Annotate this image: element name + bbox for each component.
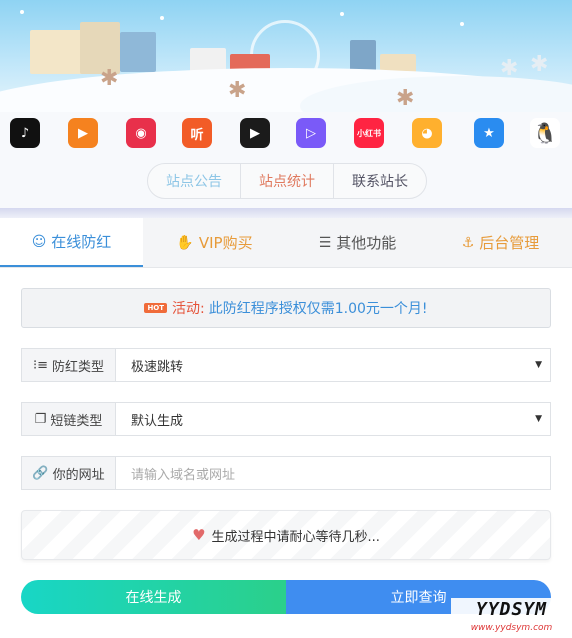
page: ✱ ✱ ✱ ✱ ✱ ♪ ▶ ◉ 听 ▶ ▷ 小红书 ◕ ★ 🐧 站点公告 站点统计 联系站长 ☺ … bbox=[0, 0, 572, 638]
url-label: 🔗 你的网址 bbox=[22, 457, 116, 489]
url-field[interactable]: 🔗 你的网址 请输入域名或网址 bbox=[21, 456, 551, 490]
quanmin-icon[interactable]: ◉ bbox=[126, 118, 156, 148]
tab-label: 在线防红 bbox=[51, 233, 112, 251]
progress-text: 生成过程中请耐心等待几秒... bbox=[211, 529, 380, 545]
tab-other-functions[interactable]: ☰ 其他功能 bbox=[286, 218, 429, 267]
watermark-logo: YYDSYM www.yydsym.com bbox=[451, 598, 572, 638]
redirect-type-value[interactable]: 极速跳转 ▼ bbox=[116, 349, 550, 381]
activity-text: 此防红程序授权仅需1.00元一个月! bbox=[208, 301, 428, 317]
notice-tabs: 站点公告 站点统计 联系站长 bbox=[147, 163, 427, 199]
qzone-icon[interactable]: ★ bbox=[474, 118, 504, 148]
section-divider bbox=[0, 208, 572, 218]
redirect-type-label: ⁝≡ 防红类型 bbox=[22, 349, 116, 381]
main-tabs: ☺ 在线防红 ✋ VIP购买 ☰ 其他功能 ⚓ 后台管理 bbox=[0, 218, 572, 268]
xiaohongshu-icon[interactable]: 小红书 bbox=[354, 118, 384, 148]
house-decoration bbox=[120, 32, 156, 72]
snowflake bbox=[20, 10, 24, 14]
hot-badge: HOT bbox=[144, 303, 168, 313]
tab-admin[interactable]: ⚓ 后台管理 bbox=[429, 218, 572, 267]
snowflake bbox=[160, 16, 164, 20]
watermark-text: YYDSYM bbox=[475, 599, 548, 620]
thumbs-up-icon: ✋ bbox=[176, 234, 194, 251]
activity-label: 活动: bbox=[172, 301, 205, 317]
dropdown-caret-icon: ▼ bbox=[535, 414, 542, 424]
app-icon-row: ♪ ▶ ◉ 听 ▶ ▷ 小红书 ◕ ★ 🐧 bbox=[0, 112, 572, 162]
tree-decoration: ✱ bbox=[396, 86, 415, 111]
snowflake bbox=[460, 22, 464, 26]
watermark-url: www.yydsym.com bbox=[470, 623, 553, 633]
generate-button[interactable]: 在线生成 bbox=[21, 580, 286, 614]
short-link-type-select[interactable]: ❐ 短链类型 默认生成 ▼ bbox=[21, 402, 551, 436]
tab-online-anti-red[interactable]: ☺ 在线防红 bbox=[0, 218, 143, 267]
notice-tab-statistics[interactable]: 站点统计 bbox=[241, 164, 334, 198]
kuaishou-icon[interactable]: ▶ bbox=[68, 118, 98, 148]
url-input[interactable]: 请输入域名或网址 bbox=[116, 457, 550, 489]
tab-label: 其他功能 bbox=[336, 234, 397, 252]
notice-tabs-area: 站点公告 站点统计 联系站长 bbox=[0, 160, 572, 210]
short-link-type-value[interactable]: 默认生成 ▼ bbox=[116, 403, 550, 435]
qq-icon[interactable]: 🐧 bbox=[530, 118, 560, 148]
tree-decoration: ✱ bbox=[530, 52, 549, 77]
heart-icon: ♥ bbox=[192, 526, 206, 544]
notice-tab-contact[interactable]: 联系站长 bbox=[334, 164, 426, 198]
anchor-icon: ⚓ bbox=[461, 234, 475, 251]
smile-icon: ☺ bbox=[31, 233, 47, 250]
tab-label: 后台管理 bbox=[479, 234, 540, 252]
tab-vip-purchase[interactable]: ✋ VIP购买 bbox=[143, 218, 286, 267]
dropdown-caret-icon: ▼ bbox=[535, 360, 542, 370]
tiktok-icon[interactable]: ♪ bbox=[10, 118, 40, 148]
progress-box: ♥ 生成过程中请耐心等待几秒... bbox=[21, 510, 551, 560]
weibo-icon[interactable]: ◕ bbox=[412, 118, 442, 148]
list-icon: ⁝≡ bbox=[32, 357, 48, 373]
tree-decoration: ✱ bbox=[500, 56, 519, 81]
copy-icon: ❐ bbox=[34, 411, 47, 427]
short-link-type-label: ❐ 短链类型 bbox=[22, 403, 116, 435]
notice-tab-announcement[interactable]: 站点公告 bbox=[148, 164, 241, 198]
tree-decoration: ✱ bbox=[228, 78, 247, 103]
weishi-icon[interactable]: ▷ bbox=[296, 118, 326, 148]
tab-label: VIP购买 bbox=[198, 234, 253, 252]
link-icon: 🔗 bbox=[32, 465, 49, 481]
tree-decoration: ✱ bbox=[100, 66, 119, 91]
menu-icon: ☰ bbox=[318, 234, 332, 251]
ting-icon[interactable]: 听 bbox=[182, 118, 212, 148]
snowflake bbox=[340, 12, 344, 16]
main-content: HOT 活动: 此防红程序授权仅需1.00元一个月! ⁝≡ 防红类型 极速跳转 … bbox=[0, 268, 572, 638]
activity-banner: HOT 活动: 此防红程序授权仅需1.00元一个月! bbox=[21, 288, 551, 328]
redirect-type-select[interactable]: ⁝≡ 防红类型 极速跳转 ▼ bbox=[21, 348, 551, 382]
winter-banner: ✱ ✱ ✱ ✱ ✱ bbox=[0, 0, 572, 112]
video-play-icon[interactable]: ▶ bbox=[240, 118, 270, 148]
